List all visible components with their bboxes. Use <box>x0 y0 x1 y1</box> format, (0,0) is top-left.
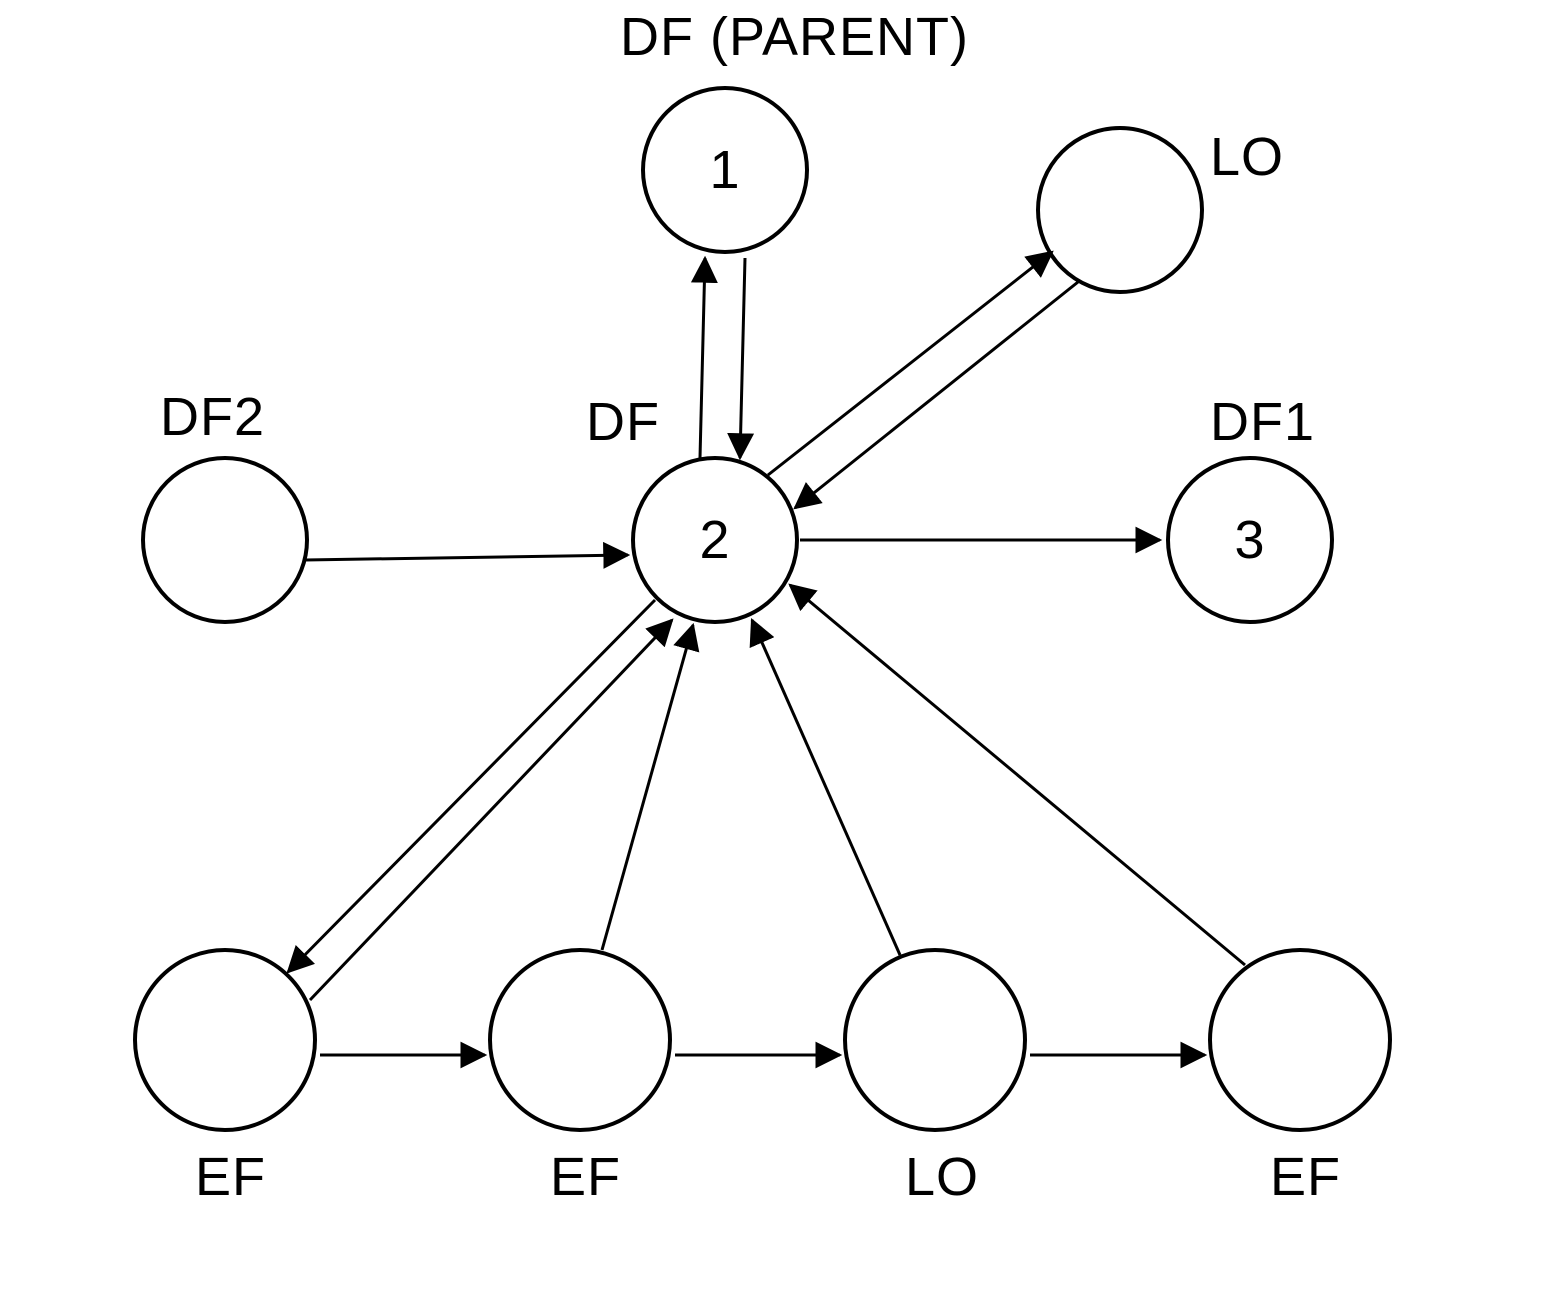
node-df-center-id: 2 <box>699 510 730 570</box>
edge-df2-to-2 <box>305 555 628 560</box>
edge-2-to-lo-top <box>768 252 1052 475</box>
edge-2-to-1 <box>700 258 705 458</box>
node-df2-label: DF2 <box>160 387 265 447</box>
graph-diagram: 1 DF (PARENT) LO 2 DF 3 DF1 DF2 EF EF LO… <box>0 0 1555 1289</box>
node-lo-top: LO <box>1038 127 1284 292</box>
node-df1-label: DF1 <box>1210 392 1315 452</box>
node-ef-bl-label: EF <box>195 1147 266 1207</box>
node-df-parent-id: 1 <box>709 140 740 200</box>
node-df1: 3 DF1 <box>1168 392 1332 622</box>
edge-1-to-2 <box>740 258 745 458</box>
node-df-parent: 1 DF (PARENT) <box>620 7 969 252</box>
node-ef-bottom-left: EF <box>135 950 315 1207</box>
node-ef-b2-label: EF <box>550 1147 621 1207</box>
edge-lo-b-to-2 <box>752 620 900 955</box>
node-df2: DF2 <box>143 387 307 622</box>
node-ef-bottom-right: EF <box>1210 950 1390 1207</box>
node-lo-b-label: LO <box>905 1147 979 1207</box>
node-lo-bottom: LO <box>845 950 1025 1207</box>
node-lo-top-label: LO <box>1210 127 1284 187</box>
edge-ef-bl-to-2 <box>310 620 672 1000</box>
edge-ef-b2-to-2 <box>602 625 693 950</box>
node-df1-id: 3 <box>1234 510 1265 570</box>
node-df-center-label: DF <box>586 392 660 452</box>
edge-2-to-ef-bl <box>288 600 655 972</box>
node-df-parent-label: DF (PARENT) <box>620 7 969 67</box>
edge-ef-br-to-2 <box>790 585 1245 965</box>
node-ef-br-label: EF <box>1270 1147 1341 1207</box>
node-df-center: 2 DF <box>586 392 797 622</box>
edge-lo-top-to-2 <box>795 282 1078 508</box>
node-ef-bottom-2: EF <box>490 950 670 1207</box>
